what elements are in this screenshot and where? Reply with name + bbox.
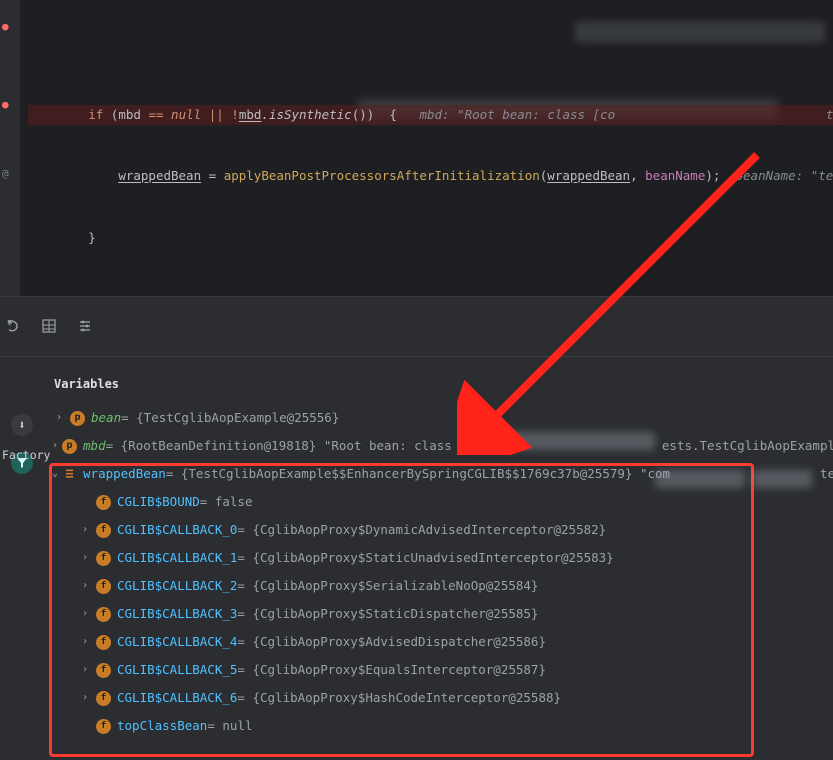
parameter-icon: p [62, 439, 77, 454]
field-icon: f [96, 719, 111, 734]
variable-row-child[interactable]: ›fCGLIB$CALLBACK_5 = {CglibAopProxy$Equa… [48, 656, 833, 684]
chevron-right-icon[interactable]: › [52, 432, 58, 460]
chevron-right-icon[interactable]: › [78, 572, 92, 600]
override-icon[interactable]: @ [2, 167, 16, 181]
variable-row-child[interactable]: ›fCGLIB$CALLBACK_0 = {CglibAopProxy$Dyna… [48, 516, 833, 544]
code-editor[interactable]: ● ● @ if (mbd == null || !mbd.isSyntheti… [0, 0, 833, 296]
chevron-right-icon[interactable]: › [78, 684, 92, 712]
field-icon: f [96, 691, 111, 706]
variables-left-controls: ⬇ [0, 408, 44, 474]
stackframe-label[interactable]: Factory [2, 448, 50, 462]
field-icon: f [96, 495, 111, 510]
restart-icon[interactable] [4, 317, 22, 335]
breakpoint-icon[interactable]: ● [2, 98, 16, 112]
editor-gutter: ● ● @ [0, 0, 20, 296]
debug-toolbar [0, 297, 833, 357]
variable-row-child[interactable]: ›fCGLIB$CALLBACK_6 = {CglibAopProxy$Hash… [48, 684, 833, 712]
chevron-right-icon[interactable]: › [78, 600, 92, 628]
table-view-icon[interactable] [40, 317, 58, 335]
variables-header: Variables [54, 377, 119, 391]
field-icon: f [96, 635, 111, 650]
code-content: if (mbd == null || !mbd.isSynthetic()) {… [0, 0, 833, 296]
settings-icon[interactable] [76, 317, 94, 335]
variable-row-child[interactable]: ›fCGLIB$CALLBACK_4 = {CglibAopProxy$Advi… [48, 628, 833, 656]
variable-row-child[interactable]: ftopClassBean = null [48, 712, 833, 740]
field-icon: f [96, 523, 111, 538]
variables-tree[interactable]: ›pbean = {TestCglibAopExample@25556} ›pm… [48, 404, 833, 740]
field-icon: f [96, 551, 111, 566]
variable-row-child[interactable]: ›fCGLIB$CALLBACK_2 = {CglibAopProxy$Seri… [48, 572, 833, 600]
equals-icon: ≡ [62, 467, 77, 482]
field-icon: f [96, 579, 111, 594]
breakpoint-icon[interactable]: ● [2, 20, 16, 34]
blurred-region [655, 470, 745, 488]
chevron-right-icon[interactable]: › [52, 404, 66, 432]
variable-row-child[interactable]: fCGLIB$BOUND = false [48, 488, 833, 516]
chevron-right-icon[interactable]: › [78, 516, 92, 544]
download-icon[interactable]: ⬇ [11, 414, 33, 436]
blurred-region [752, 470, 812, 488]
variable-row[interactable]: ›pbean = {TestCglibAopExample@25556} [48, 404, 833, 432]
chevron-right-icon[interactable]: › [78, 544, 92, 572]
variable-row[interactable]: ›pmbd = {RootBeanDefinition@19818} "Root… [48, 432, 833, 460]
chevron-right-icon[interactable]: › [78, 628, 92, 656]
field-icon: f [96, 607, 111, 622]
chevron-down-icon[interactable]: ⌄ [52, 460, 58, 488]
variable-row-child[interactable]: ›fCGLIB$CALLBACK_1 = {CglibAopProxy$Stat… [48, 544, 833, 572]
blurred-region [575, 22, 825, 42]
field-icon: f [96, 663, 111, 678]
variable-row-child[interactable]: ›fCGLIB$CALLBACK_3 = {CglibAopProxy$Stat… [48, 600, 833, 628]
blurred-region [475, 432, 655, 450]
chevron-right-icon[interactable]: › [78, 656, 92, 684]
parameter-icon: p [70, 411, 85, 426]
